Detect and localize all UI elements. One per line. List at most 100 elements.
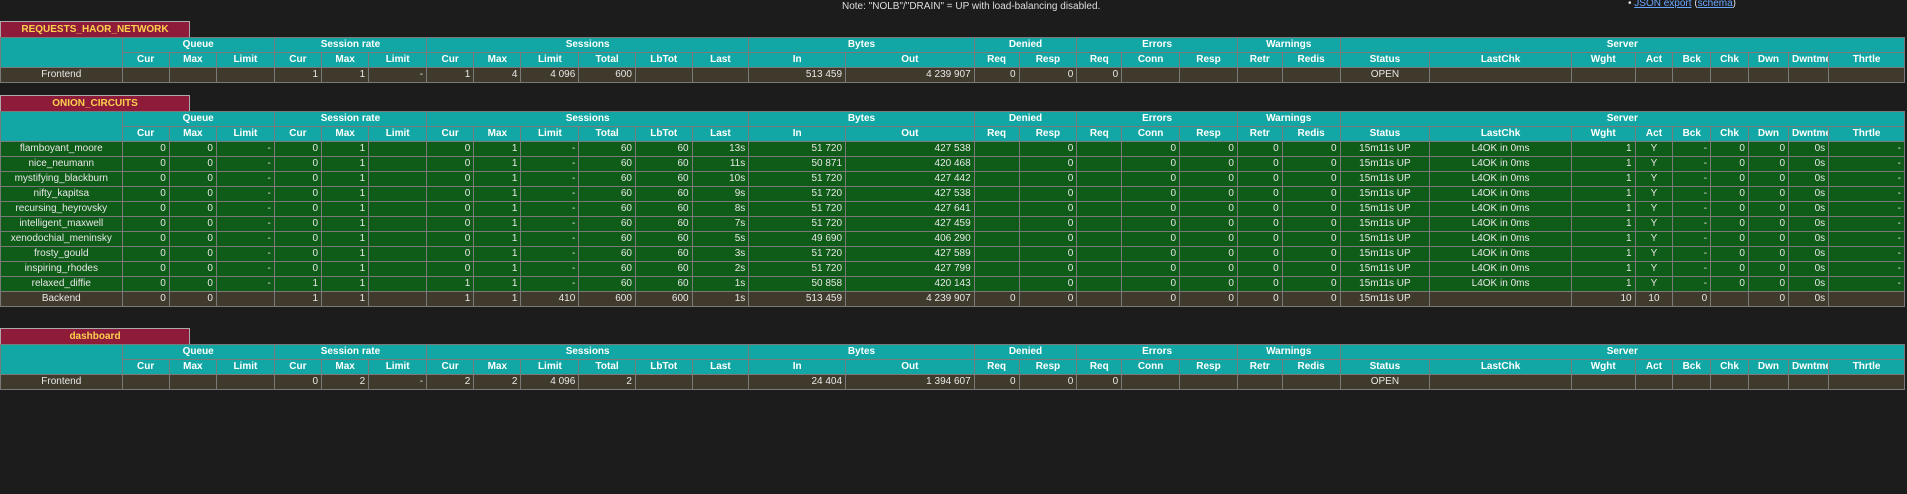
column-header: Resp <box>1018 126 1078 142</box>
table-cell <box>215 291 275 307</box>
proxy-name[interactable]: dashboard <box>0 328 190 344</box>
table-cell: 0s <box>1788 156 1830 172</box>
table-cell: L4OK in 0ms <box>1429 201 1572 217</box>
table-cell: - <box>1828 156 1905 172</box>
backend-row: Backend 0 0 1 1 1 1 410 600 600 1s 513 459 4 239 907… <box>0 291 1905 307</box>
column-header: Retr <box>1236 359 1283 375</box>
table-cell: - <box>520 156 580 172</box>
json-export-link[interactable]: JSON export <box>1634 0 1691 9</box>
column-header: Cur <box>426 359 475 375</box>
table-cell: - <box>1828 261 1905 277</box>
table-cell: 15m11s UP <box>1339 276 1431 292</box>
table-cell <box>1236 67 1283 83</box>
group-header: Denied <box>973 37 1078 53</box>
row-name[interactable]: Frontend <box>0 374 123 390</box>
table-cell: 1 <box>473 201 522 217</box>
table-cell: 0 <box>1710 261 1749 277</box>
row-name[interactable]: Frontend <box>0 67 123 83</box>
name-header <box>0 37 123 68</box>
table-cell <box>973 261 1020 277</box>
row-name[interactable]: relaxed_diffie <box>0 276 123 292</box>
row-name[interactable]: nifty_kapitsa <box>0 186 123 202</box>
server-row: nifty_kapitsa 0 0-0 1 0 1-60 60 9s 51 720 427 538… <box>0 186 1905 202</box>
table-cell: L4OK in 0ms <box>1429 246 1572 262</box>
column-header: Wght <box>1570 359 1636 375</box>
table-cell <box>1076 261 1123 277</box>
column-header-row: Cur Max Limit Cur Max Limit Cur Max Limit Total Lb… <box>1 126 1905 142</box>
proxy-name[interactable]: REQUESTS_HAOR_NETWORK <box>0 21 190 37</box>
table-cell: 0 <box>121 276 170 292</box>
table-cell: - <box>520 276 580 292</box>
table-cell <box>1076 171 1123 187</box>
table-cell: 0s <box>1788 291 1830 307</box>
table-cell: - <box>1828 201 1905 217</box>
row-name[interactable]: inspiring_rhodes <box>0 261 123 277</box>
table-cell: L4OK in 0ms <box>1429 276 1572 292</box>
table-cell <box>368 201 428 217</box>
table-cell <box>1076 156 1123 172</box>
schema-link[interactable]: schema <box>1698 0 1733 9</box>
table-cell: 600 <box>578 291 636 307</box>
row-name[interactable]: recursing_heyrovsky <box>0 201 123 217</box>
table-cell: 513 459 <box>748 291 847 307</box>
group-header: Bytes <box>748 37 975 53</box>
table-cell: 4 096 <box>520 67 580 83</box>
table-cell: 1 <box>273 67 323 83</box>
table-cell: - <box>1828 171 1905 187</box>
table-cell: 0 <box>168 156 217 172</box>
table-cell: 0 <box>1018 186 1078 202</box>
column-header: Cur <box>273 52 323 68</box>
row-name[interactable]: nice_neumann <box>0 156 123 172</box>
table-cell: - <box>215 141 275 157</box>
table-cell: - <box>215 231 275 247</box>
row-name[interactable]: xenodochial_meninsky <box>0 231 123 247</box>
table-cell <box>634 374 693 390</box>
table-cell: 0 <box>273 231 323 247</box>
table-cell: - <box>215 156 275 172</box>
table-cell <box>1076 201 1123 217</box>
table-cell: 0 <box>1236 186 1283 202</box>
table-cell: - <box>215 276 275 292</box>
proxy-name[interactable]: ONION_CIRCUITS <box>0 95 190 111</box>
table-cell: 15m11s UP <box>1339 216 1431 232</box>
row-name[interactable]: Backend <box>0 291 123 307</box>
table-cell: 0 <box>168 276 217 292</box>
table-cell: 0 <box>1710 231 1749 247</box>
column-header: Status <box>1339 52 1431 68</box>
table-cell: 427 538 <box>845 186 975 202</box>
table-cell <box>121 374 170 390</box>
group-header-row: Queue Session rate Sessions Bytes Denied Erro… <box>0 37 1906 68</box>
table-cell: 60 <box>634 171 693 187</box>
table-cell: 60 <box>578 216 636 232</box>
table-cell <box>121 67 170 83</box>
column-header: Chk <box>1710 126 1749 142</box>
table-cell: 1 <box>1570 156 1636 172</box>
column-header: Cur <box>121 52 170 68</box>
table-cell: 0 <box>1747 171 1790 187</box>
column-header: Limit <box>215 359 275 375</box>
table-cell: 51 720 <box>748 216 847 232</box>
row-name[interactable]: intelligent_maxwell <box>0 216 123 232</box>
table-cell: - <box>1672 216 1712 232</box>
row-name[interactable]: flamboyant_moore <box>0 141 123 157</box>
stats-table: Queue Session rate Sessions Bytes Denied Erro… <box>0 111 1906 307</box>
group-header: Bytes <box>748 344 975 360</box>
table-cell: 0 <box>1076 374 1123 390</box>
table-cell: 0 <box>1179 246 1238 262</box>
table-cell <box>368 141 428 157</box>
table-cell: 0 <box>1747 291 1790 307</box>
column-header: Dwntme <box>1788 52 1830 68</box>
row-name[interactable]: mystifying_blackburn <box>0 171 123 187</box>
group-header: Queue <box>121 111 275 127</box>
table-cell: 1 <box>321 67 370 83</box>
column-header: Wght <box>1570 126 1636 142</box>
table-cell: 0 <box>168 141 217 157</box>
row-name[interactable]: frosty_gould <box>0 246 123 262</box>
table-cell: 2 <box>426 374 475 390</box>
table-cell: 1 <box>321 231 370 247</box>
table-cell: 0 <box>973 374 1020 390</box>
table-cell: - <box>1828 276 1905 292</box>
table-cell: - <box>520 246 580 262</box>
group-header: Server <box>1339 344 1906 360</box>
table-cell: 15m11s UP <box>1339 186 1431 202</box>
